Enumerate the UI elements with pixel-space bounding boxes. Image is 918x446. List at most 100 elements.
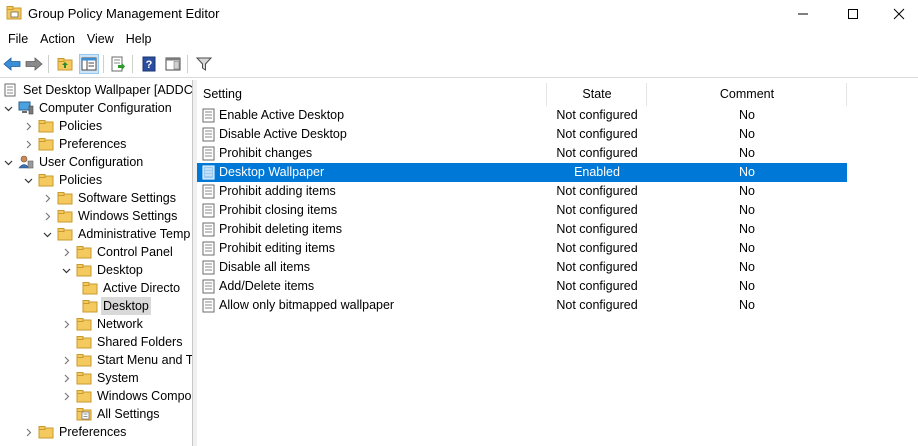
setting-comment: No <box>739 146 755 160</box>
back-icon <box>3 57 21 71</box>
toolbar-separator <box>48 55 49 73</box>
policy-tree[interactable]: Set Desktop Wallpaper [ADDC01 Computer C… <box>0 80 193 446</box>
tree-node-administrative-templates[interactable]: Administrative Temp <box>41 225 192 243</box>
tree-node-windows-components[interactable]: Windows Compo <box>60 387 192 405</box>
tree-node-computer-preferences[interactable]: Preferences <box>22 135 128 153</box>
tree-node-all-settings[interactable]: All Settings <box>76 405 162 423</box>
tree-node-shared-folders[interactable]: Shared Folders <box>76 333 184 351</box>
setting-comment: No <box>739 222 755 236</box>
properties-pane-button[interactable] <box>163 54 183 74</box>
table-row[interactable]: Disable all items Not configured No <box>197 258 847 277</box>
svg-text:?: ? <box>146 59 153 71</box>
maximize-button[interactable] <box>830 0 876 28</box>
show-hide-tree-button[interactable] <box>79 54 99 74</box>
table-row[interactable]: Desktop Wallpaper Enabled No <box>197 163 847 182</box>
chevron-down-icon[interactable] <box>22 171 34 189</box>
setting-state: Not configured <box>556 222 638 236</box>
chevron-down-icon[interactable] <box>2 153 14 171</box>
title-bar: Group Policy Management Editor <box>0 0 918 28</box>
menu-help[interactable]: Help <box>120 28 158 50</box>
close-icon <box>893 8 905 20</box>
table-row[interactable]: Allow only bitmapped wallpaper Not config… <box>197 296 847 315</box>
tree-node-software-settings[interactable]: Software Settings <box>41 189 178 207</box>
user-icon <box>18 155 34 169</box>
table-row[interactable]: Prohibit closing items Not configured No <box>197 201 847 220</box>
chevron-right-icon[interactable] <box>60 351 72 369</box>
tree-node-desktop-sub[interactable]: Desktop <box>82 297 151 315</box>
setting-name: Desktop Wallpaper <box>219 165 325 179</box>
table-row[interactable]: Prohibit editing items Not configured No <box>197 239 847 258</box>
help-icon: ? <box>142 56 156 72</box>
tree-node-computer-policies[interactable]: Policies <box>22 117 104 135</box>
table-row[interactable]: Prohibit changes Not configured No <box>197 144 847 163</box>
setting-comment: No <box>739 184 755 198</box>
setting-name: Disable Active Desktop <box>219 127 347 141</box>
gpo-editor-app-icon <box>6 6 22 20</box>
window-title: Group Policy Management Editor <box>28 6 220 21</box>
toolbar-separator <box>132 55 133 73</box>
menu-view[interactable]: View <box>81 28 120 50</box>
tree-node-network[interactable]: Network <box>60 315 145 333</box>
filter-button[interactable] <box>194 54 214 74</box>
menu-file[interactable]: File <box>2 28 34 50</box>
folder-icon <box>38 119 54 133</box>
tree-node-computer-configuration[interactable]: Computer Configuration <box>2 99 174 117</box>
chevron-down-icon[interactable] <box>41 225 53 243</box>
chevron-right-icon[interactable] <box>60 369 72 387</box>
table-row[interactable]: Disable Active Desktop Not configured No <box>197 125 847 144</box>
folder-open-icon <box>82 299 98 313</box>
table-row[interactable]: Enable Active Desktop Not configured No <box>197 106 847 125</box>
setting-state: Enabled <box>574 165 620 179</box>
column-header-setting[interactable]: Setting <box>203 83 242 106</box>
table-row[interactable]: Prohibit deleting items Not configured No <box>197 220 847 239</box>
tree-node-system[interactable]: System <box>60 369 141 387</box>
folder-icon <box>57 191 73 205</box>
folder-icon <box>38 137 54 151</box>
menu-action[interactable]: Action <box>34 28 81 50</box>
tree-node-user-configuration[interactable]: User Configuration <box>2 153 145 171</box>
policy-scroll-icon <box>2 83 18 97</box>
tree-node-active-directory[interactable]: Active Directo <box>82 279 182 297</box>
tree-node-control-panel[interactable]: Control Panel <box>60 243 175 261</box>
folder-icon <box>76 263 92 277</box>
column-header-comment[interactable]: Comment <box>647 83 847 106</box>
setting-state: Not configured <box>556 108 638 122</box>
column-header-state[interactable]: State <box>547 83 647 106</box>
chevron-right-icon[interactable] <box>60 243 72 261</box>
export-list-button[interactable] <box>108 54 128 74</box>
policy-setting-icon <box>202 108 215 123</box>
maximize-icon <box>848 9 858 19</box>
show-hide-tree-icon <box>81 57 97 71</box>
chevron-right-icon[interactable] <box>22 117 34 135</box>
table-row[interactable]: Add/Delete items Not configured No <box>197 277 847 296</box>
setting-state: Not configured <box>556 279 638 293</box>
chevron-right-icon[interactable] <box>22 135 34 153</box>
policy-setting-icon <box>202 241 215 256</box>
chevron-right-icon[interactable] <box>60 315 72 333</box>
tree-node-start-menu[interactable]: Start Menu and T <box>60 351 192 369</box>
column-divider[interactable] <box>846 83 847 106</box>
computer-icon <box>18 101 34 115</box>
up-one-level-button[interactable] <box>55 54 75 74</box>
table-row[interactable]: Prohibit adding items Not configured No <box>197 182 847 201</box>
chevron-down-icon[interactable] <box>2 99 14 117</box>
minimize-button[interactable] <box>780 0 826 28</box>
tree-node-user-preferences[interactable]: Preferences <box>22 423 128 441</box>
chevron-right-icon[interactable] <box>60 387 72 405</box>
tree-node-user-policies[interactable]: Policies <box>22 171 104 189</box>
help-button[interactable]: ? <box>139 54 159 74</box>
chevron-down-icon[interactable] <box>60 261 72 279</box>
setting-comment: No <box>739 165 755 179</box>
forward-button[interactable] <box>24 54 44 74</box>
chevron-right-icon[interactable] <box>41 189 53 207</box>
tree-node-gpo-root[interactable]: Set Desktop Wallpaper [ADDC01 <box>2 81 192 99</box>
back-button[interactable] <box>2 54 22 74</box>
chevron-right-icon[interactable] <box>22 423 34 441</box>
tree-node-windows-settings[interactable]: Windows Settings <box>41 207 179 225</box>
filter-icon <box>196 57 212 71</box>
policy-setting-icon <box>202 279 215 294</box>
close-button[interactable] <box>876 0 918 28</box>
tree-node-desktop[interactable]: Desktop <box>60 261 145 279</box>
chevron-right-icon[interactable] <box>41 207 53 225</box>
setting-name: Add/Delete items <box>219 279 315 293</box>
